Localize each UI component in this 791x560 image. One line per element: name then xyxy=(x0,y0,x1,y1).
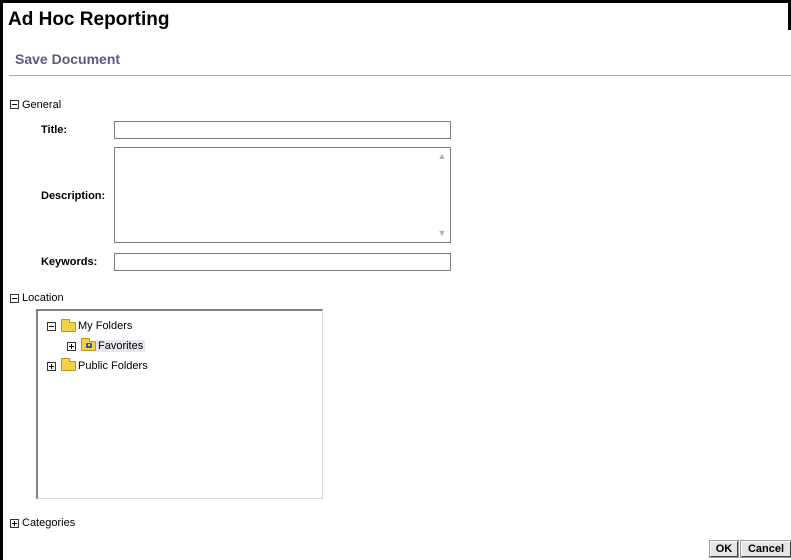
section-location-label: Location xyxy=(22,292,64,304)
folder-icon xyxy=(61,358,76,371)
section-general-label: General xyxy=(22,99,62,111)
location-collapse-toggle[interactable] xyxy=(10,294,19,303)
scroll-down-icon[interactable]: ▼ xyxy=(437,228,447,238)
title-divider xyxy=(9,75,791,76)
folder-icon xyxy=(61,319,76,332)
app-title: Ad Hoc Reporting xyxy=(8,9,170,30)
tree-item-my-folders[interactable]: My Folders xyxy=(78,320,132,332)
window-frame-top xyxy=(0,0,791,3)
description-scrollbar[interactable]: ▲ ▼ xyxy=(434,148,450,242)
tree-item-public-folders[interactable]: Public Folders xyxy=(78,360,148,372)
cancel-button[interactable]: Cancel xyxy=(741,541,791,557)
description-field: ▲ ▼ xyxy=(114,147,451,243)
favorites-folder-icon xyxy=(81,338,96,351)
description-label: Description: xyxy=(41,190,106,202)
folder-tree: My Folders Favorites Public Folders xyxy=(36,309,323,499)
star-icon xyxy=(86,343,92,348)
public-folders-expand-toggle[interactable] xyxy=(47,362,56,371)
description-input[interactable] xyxy=(115,148,434,242)
tree-item-favorites[interactable]: Favorites xyxy=(96,340,146,352)
scroll-up-icon[interactable]: ▲ xyxy=(437,151,447,161)
page-title: Save Document xyxy=(15,51,121,67)
section-categories-label: Categories xyxy=(22,517,76,529)
title-input[interactable] xyxy=(114,121,451,139)
title-label: Title: xyxy=(41,124,68,136)
keywords-label: Keywords: xyxy=(41,256,98,268)
categories-expand-toggle[interactable] xyxy=(10,519,19,528)
general-collapse-toggle[interactable] xyxy=(10,100,19,109)
favorites-expand-toggle[interactable] xyxy=(67,342,76,351)
my-folders-collapse-toggle[interactable] xyxy=(47,322,56,331)
ok-button[interactable]: OK xyxy=(710,541,738,557)
window-frame-left xyxy=(0,0,3,560)
keywords-input[interactable] xyxy=(114,253,451,271)
